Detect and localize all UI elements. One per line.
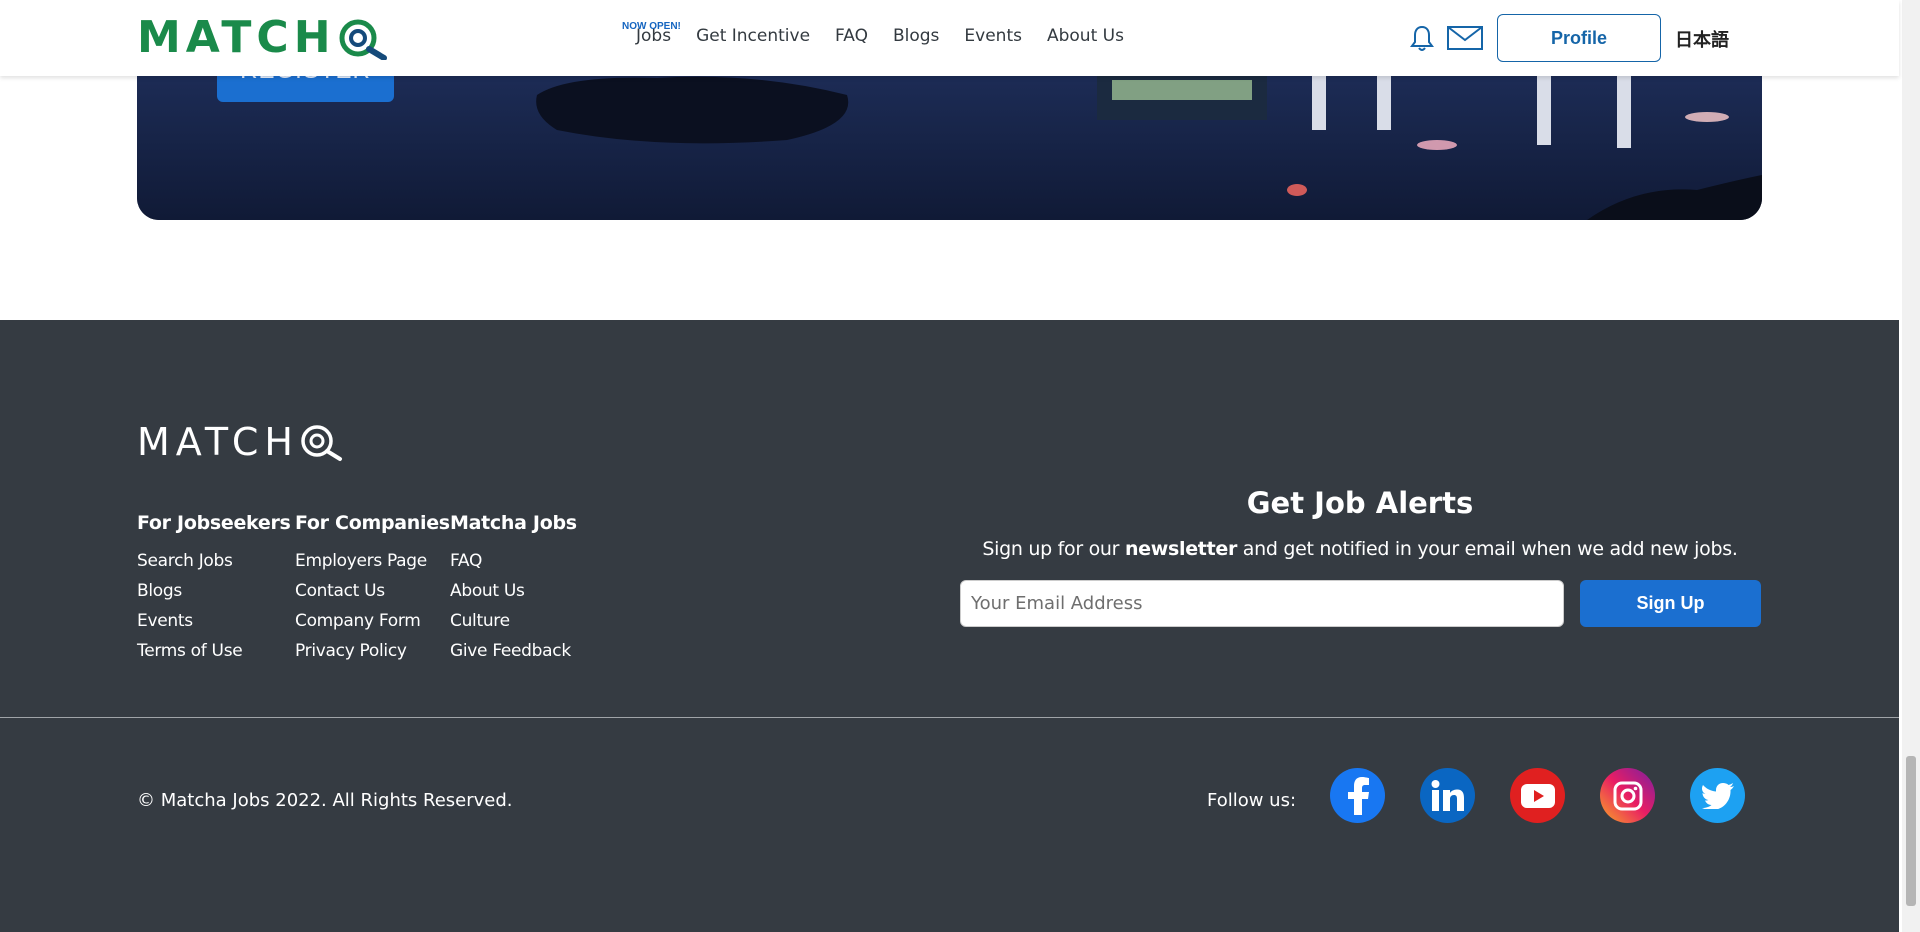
footer-col-title: For Jobseekers <box>137 512 291 534</box>
nav-about-us[interactable]: About Us <box>1047 24 1124 48</box>
footer-link-blogs[interactable]: Blogs <box>137 576 291 606</box>
footer-col-companies: For Companies Employers Page Contact Us … <box>295 512 450 666</box>
nav-events[interactable]: Events <box>964 24 1022 48</box>
footer-link-company-form[interactable]: Company Form <box>295 606 450 636</box>
footer-col-jobseekers: For Jobseekers Search Jobs Blogs Events … <box>137 512 291 666</box>
language-switch[interactable]: 日本語 <box>1675 26 1729 52</box>
bell-icon[interactable] <box>1410 24 1434 52</box>
footer-link-culture[interactable]: Culture <box>450 606 577 636</box>
footer-col-title: For Companies <box>295 512 450 534</box>
copyright-text: © Matcha Jobs 2022. All Rights Reserved. <box>137 790 513 811</box>
subtitle-after: and get notified in your email when we a… <box>1237 538 1738 560</box>
youtube-icon[interactable] <box>1510 768 1565 823</box>
footer-divider <box>0 717 1899 718</box>
footer-link-terms[interactable]: Terms of Use <box>137 636 291 666</box>
twitter-icon[interactable] <box>1690 768 1745 823</box>
footer-col-matcha-jobs: Matcha Jobs FAQ About Us Culture Give Fe… <box>450 512 577 666</box>
nav-faq[interactable]: FAQ <box>835 24 868 48</box>
instagram-icon[interactable] <box>1600 768 1655 823</box>
linkedin-icon[interactable] <box>1420 768 1475 823</box>
logo-text: MATCH <box>137 12 336 63</box>
nav-blogs[interactable]: Blogs <box>893 24 939 48</box>
email-field[interactable] <box>960 580 1564 627</box>
site-header: MATCH NOW OPEN! Jobs Get Incentive FAQ B… <box>0 0 1899 76</box>
nav-get-incentive[interactable]: Get Incentive <box>696 24 810 48</box>
footer-link-privacy[interactable]: Privacy Policy <box>295 636 450 666</box>
footer-link-about-us[interactable]: About Us <box>450 576 577 606</box>
page-scrollbar[interactable] <box>1902 0 1920 932</box>
footer-logo-magnifier-icon <box>301 425 342 461</box>
profile-button[interactable]: Profile <box>1497 14 1661 62</box>
subtitle-before: Sign up for our <box>982 538 1125 560</box>
now-open-badge: NOW OPEN! <box>622 21 681 32</box>
scrollbar-thumb[interactable] <box>1906 756 1916 906</box>
job-alerts-title: Get Job Alerts <box>1246 486 1474 520</box>
mail-icon[interactable] <box>1447 26 1483 50</box>
footer-link-feedback[interactable]: Give Feedback <box>450 636 577 666</box>
sign-up-button[interactable]: Sign Up <box>1580 580 1761 627</box>
job-alerts-subtitle: Sign up for our newsletter and get notif… <box>960 538 1760 560</box>
footer-link-contact[interactable]: Contact Us <box>295 576 450 606</box>
subtitle-bold: newsletter <box>1124 538 1238 560</box>
main-nav: NOW OPEN! Jobs Get Incentive FAQ Blogs E… <box>622 21 1124 48</box>
follow-us-label: Follow us: <box>1207 790 1297 811</box>
matcha-logo[interactable]: MATCH <box>137 16 388 60</box>
logo-magnifier-icon <box>339 19 387 60</box>
footer-link-events[interactable]: Events <box>137 606 291 636</box>
nav-jobs[interactable]: NOW OPEN! Jobs <box>622 21 681 48</box>
footer-logo[interactable]: MATCH <box>137 422 343 462</box>
site-footer: MATCH For Jobseekers Search Jobs Blogs E… <box>0 320 1899 932</box>
footer-logo-text: MATCH <box>137 420 299 464</box>
footer-link-search-jobs[interactable]: Search Jobs <box>137 546 291 576</box>
facebook-icon[interactable] <box>1330 768 1385 823</box>
footer-link-faq[interactable]: FAQ <box>450 546 577 576</box>
footer-col-title: Matcha Jobs <box>450 512 577 534</box>
footer-link-employers[interactable]: Employers Page <box>295 546 450 576</box>
